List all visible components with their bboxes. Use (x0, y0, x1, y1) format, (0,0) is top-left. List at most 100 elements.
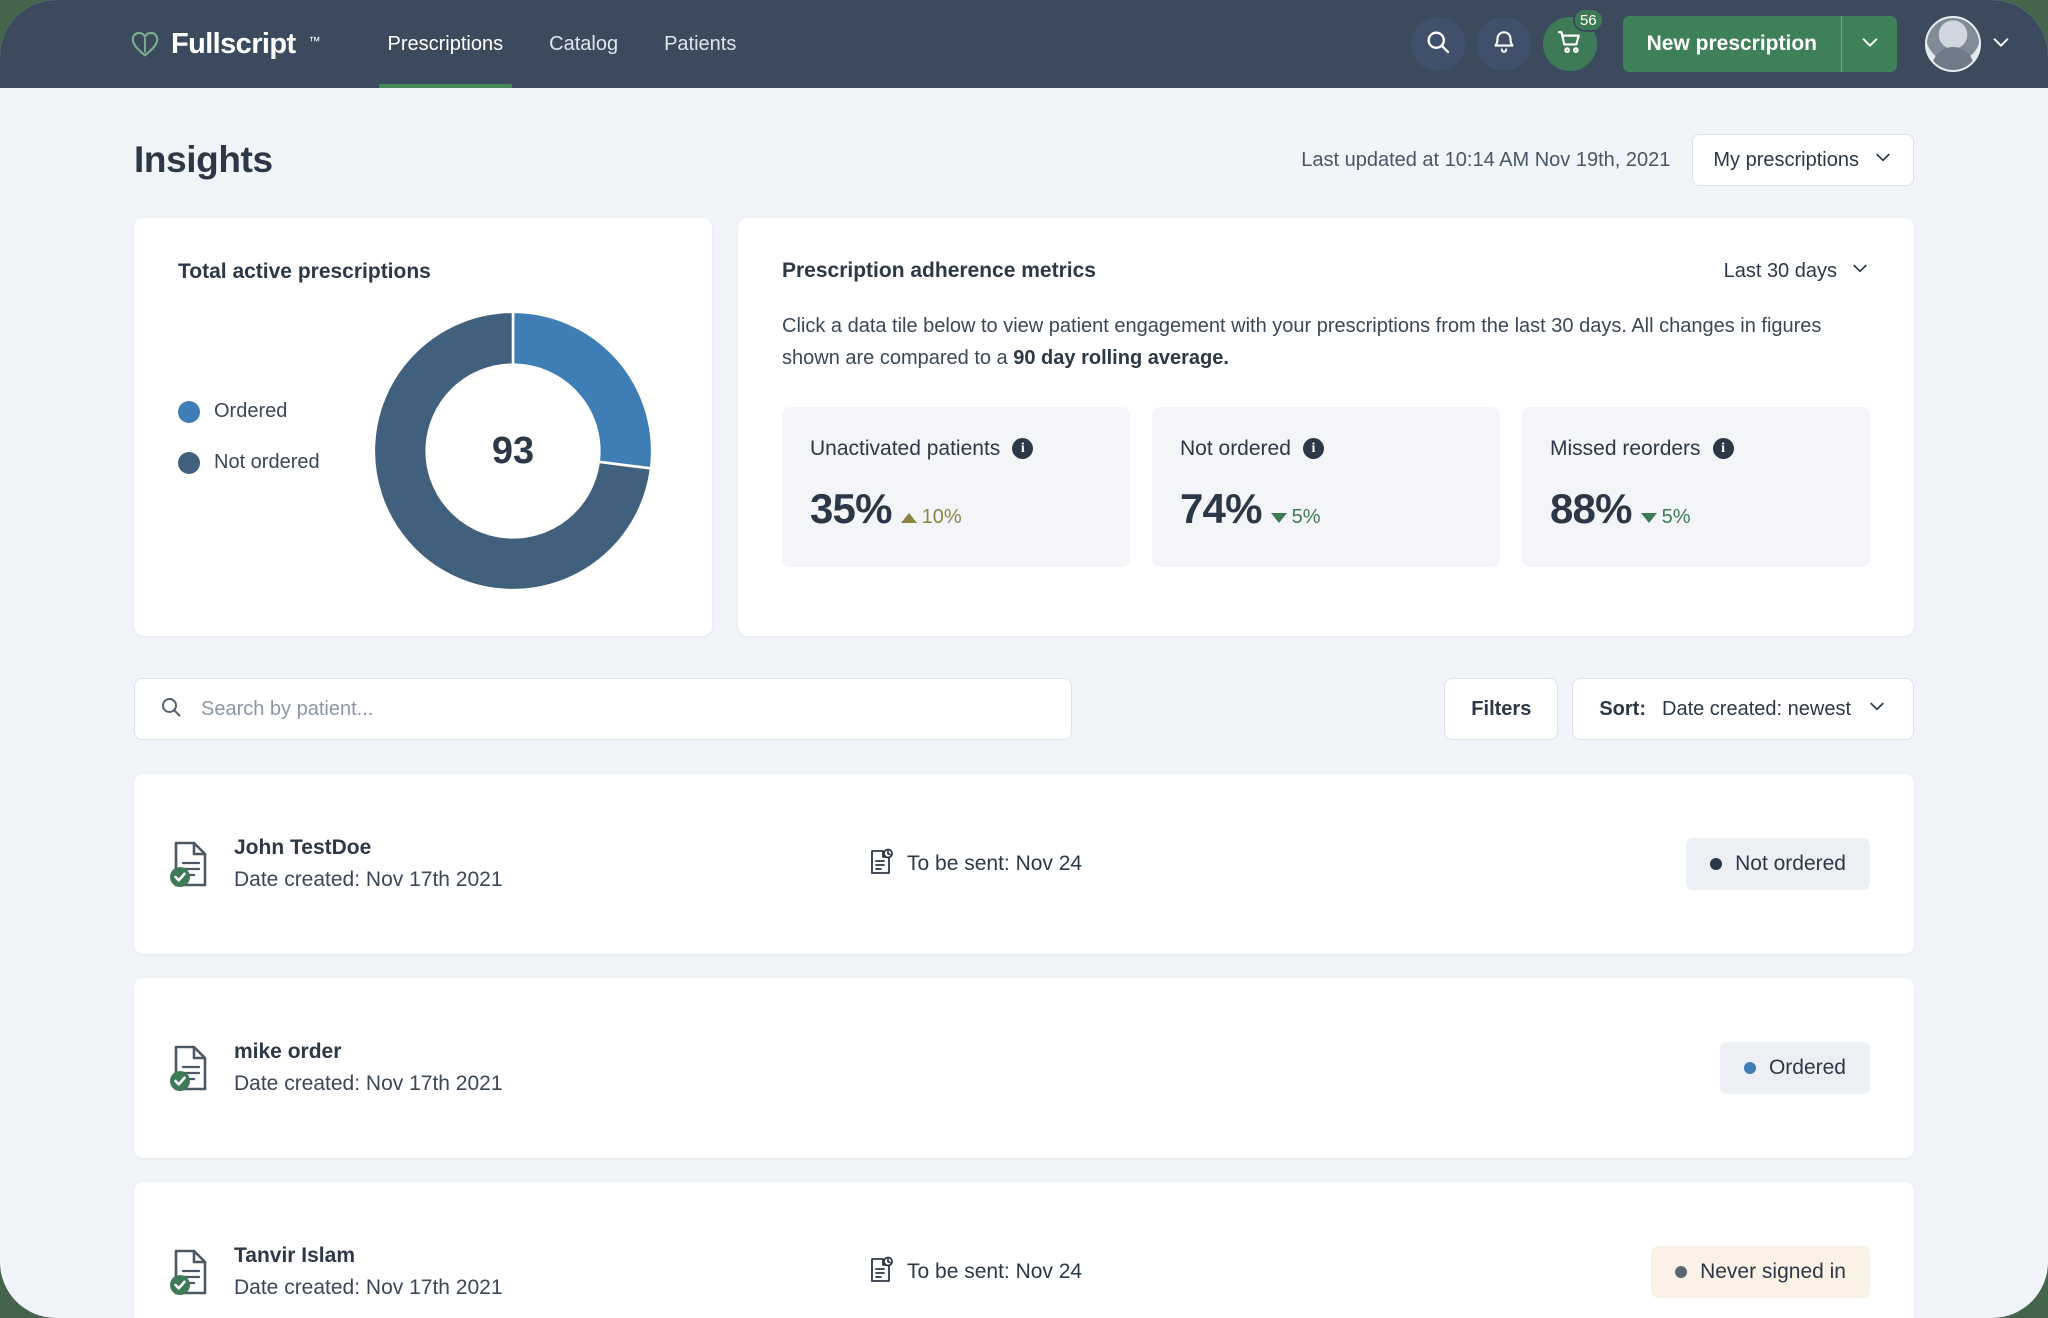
metric-tile-delta-value: 5% (1291, 506, 1321, 529)
nav-links: Prescriptions Catalog Patients (365, 0, 760, 88)
date-range-value: Last 30 days (1723, 259, 1837, 282)
status-badge: Never signed in (1651, 1246, 1870, 1298)
status-label: Ordered (1768, 1056, 1846, 1079)
metric-tile-header: Missed reorders i (1550, 437, 1842, 461)
legend-color-dot (178, 451, 200, 474)
metric-tile-value: 35% (810, 484, 892, 532)
prescription-adherence-metrics-card: Prescription adherence metrics Last 30 d… (738, 218, 1914, 636)
donut-center-value: 93 (491, 429, 535, 472)
scheduled-document-icon (868, 848, 894, 881)
status-cell: Ordered (1719, 1042, 1870, 1094)
document-check-icon (168, 1247, 212, 1297)
patient-name: mike order (234, 1040, 342, 1063)
prescription-meta: Tanvir Islam Date created: Nov 17th 2021 (234, 1244, 503, 1300)
date-created: Date created: Nov 17th 2021 (234, 1276, 503, 1299)
account-menu[interactable] (1925, 16, 2012, 72)
brand-logo[interactable]: Fullscript ™ (130, 28, 321, 61)
page-title: Insights (134, 139, 273, 180)
page-header: Insights Last updated at 10:14 AM Nov 19… (134, 134, 1914, 186)
metric-tile-header: Not ordered i (1180, 437, 1472, 461)
cart-icon (1556, 28, 1584, 61)
app-frame: Fullscript ™ Prescriptions Catalog Patie… (0, 0, 2048, 1318)
search-input[interactable] (201, 697, 1047, 721)
info-icon[interactable]: i (1712, 438, 1734, 460)
insight-cards-row: Total active prescriptions Ordered Not o… (134, 218, 1914, 636)
metric-tile-unactivated-patients[interactable]: Unactivated patients i 35% 10% (782, 406, 1130, 567)
arrow-up-icon (900, 512, 917, 523)
metric-tile-delta: 5% (1640, 506, 1691, 529)
sort-prefix-label: Sort: (1599, 697, 1646, 720)
document-check-icon (168, 1043, 212, 1093)
metric-tile-missed-reorders[interactable]: Missed reorders i 88% 5% (1522, 406, 1870, 567)
document-check-icon (168, 839, 212, 889)
sort-select[interactable]: Sort: Date created: newest (1572, 678, 1914, 740)
date-created: Date created: Nov 17th 2021 (234, 1072, 503, 1095)
metric-tile-label: Not ordered (1180, 436, 1291, 460)
page-header-actions: Last updated at 10:14 AM Nov 19th, 2021 … (1301, 134, 1914, 186)
search-icon (1424, 28, 1452, 61)
sort-value: Date created: newest (1662, 697, 1851, 720)
chevron-down-icon (1990, 31, 2012, 58)
scope-select-value: My prescriptions (1713, 148, 1859, 171)
notifications-button[interactable] (1476, 17, 1531, 71)
nav-link-catalog[interactable]: Catalog (526, 0, 641, 88)
scheduled-send: To be sent: Nov 24 (868, 1256, 1388, 1289)
status-label: Never signed in (1700, 1260, 1846, 1283)
metric-tile-value: 88% (1550, 484, 1632, 532)
metric-tile-label: Missed reorders (1550, 436, 1701, 460)
prescription-meta: John TestDoe Date created: Nov 17th 2021 (234, 836, 503, 892)
cart-badge-count: 56 (1572, 8, 1604, 32)
to-be-sent-text: To be sent: Nov 24 (907, 852, 1083, 875)
brand-trademark: ™ (308, 33, 321, 48)
prescription-identity: John TestDoe Date created: Nov 17th 2021 (168, 836, 868, 892)
legend-color-dot (178, 400, 200, 423)
page-content: Insights Last updated at 10:14 AM Nov 19… (0, 134, 2048, 1318)
patient-name: Tanvir Islam (234, 1244, 355, 1267)
scope-select[interactable]: My prescriptions (1692, 134, 1914, 186)
donut-legend: Ordered Not ordered (178, 400, 368, 502)
metric-tile-value-row: 35% 10% (810, 485, 1102, 533)
metrics-card-title: Prescription adherence metrics (782, 259, 1096, 282)
metrics-description-text: Click a data tile below to view patient … (782, 315, 1822, 370)
info-icon[interactable]: i (1302, 438, 1324, 460)
filters-button[interactable]: Filters (1444, 678, 1559, 740)
nav-link-prescriptions[interactable]: Prescriptions (365, 0, 527, 88)
chevron-down-icon (1867, 696, 1887, 722)
metrics-card-header: Prescription adherence metrics Last 30 d… (782, 258, 1870, 284)
chevron-down-icon (1850, 258, 1870, 284)
metrics-description: Click a data tile below to view patient … (782, 310, 1870, 375)
nav-link-patients[interactable]: Patients (641, 0, 759, 88)
chevron-down-icon (1873, 147, 1893, 173)
prescription-identity: mike order Date created: Nov 17th 2021 (168, 1040, 868, 1096)
to-be-sent-text: To be sent: Nov 24 (907, 1260, 1083, 1283)
table-row[interactable]: mike order Date created: Nov 17th 2021 O… (134, 978, 1914, 1158)
search-button[interactable] (1410, 17, 1465, 71)
metric-tile-value-row: 88% 5% (1550, 485, 1842, 533)
avatar (1925, 16, 1981, 72)
cart-button[interactable]: 56 (1542, 8, 1604, 71)
total-active-prescriptions-card: Total active prescriptions Ordered Not o… (134, 218, 712, 636)
table-row[interactable]: Tanvir Islam Date created: Nov 17th 2021 (134, 1182, 1914, 1318)
metric-tile-not-ordered[interactable]: Not ordered i 74% 5% (1152, 406, 1500, 567)
date-range-select[interactable]: Last 30 days (1724, 258, 1870, 284)
donut-card-body: Ordered Not ordered 93 (178, 306, 668, 596)
new-prescription-button[interactable]: New prescription (1622, 16, 1897, 72)
heart-leaf-logo-icon (130, 29, 160, 59)
scheduled-send: To be sent: Nov 24 (868, 848, 1388, 881)
table-row[interactable]: John TestDoe Date created: Nov 17th 2021 (134, 774, 1914, 954)
list-toolbar-actions: Filters Sort: Date created: newest (1444, 678, 1914, 740)
new-prescription-label: New prescription (1646, 32, 1817, 55)
brand-name: Fullscript (171, 27, 296, 60)
donut-chart: 93 (368, 306, 658, 596)
search-box[interactable] (134, 678, 1072, 740)
metric-tile-delta: 10% (900, 506, 962, 529)
bell-icon (1491, 29, 1517, 60)
status-dot (1675, 1266, 1688, 1278)
status-label: Not ordered (1735, 852, 1846, 875)
status-badge: Not ordered (1686, 838, 1870, 890)
filters-label: Filters (1471, 697, 1532, 720)
legend-label-ordered: Ordered (214, 400, 288, 422)
new-prescription-dropdown-toggle[interactable] (1841, 16, 1897, 72)
metric-tile-value-row: 74% 5% (1180, 485, 1472, 533)
info-icon[interactable]: i (1012, 438, 1034, 460)
